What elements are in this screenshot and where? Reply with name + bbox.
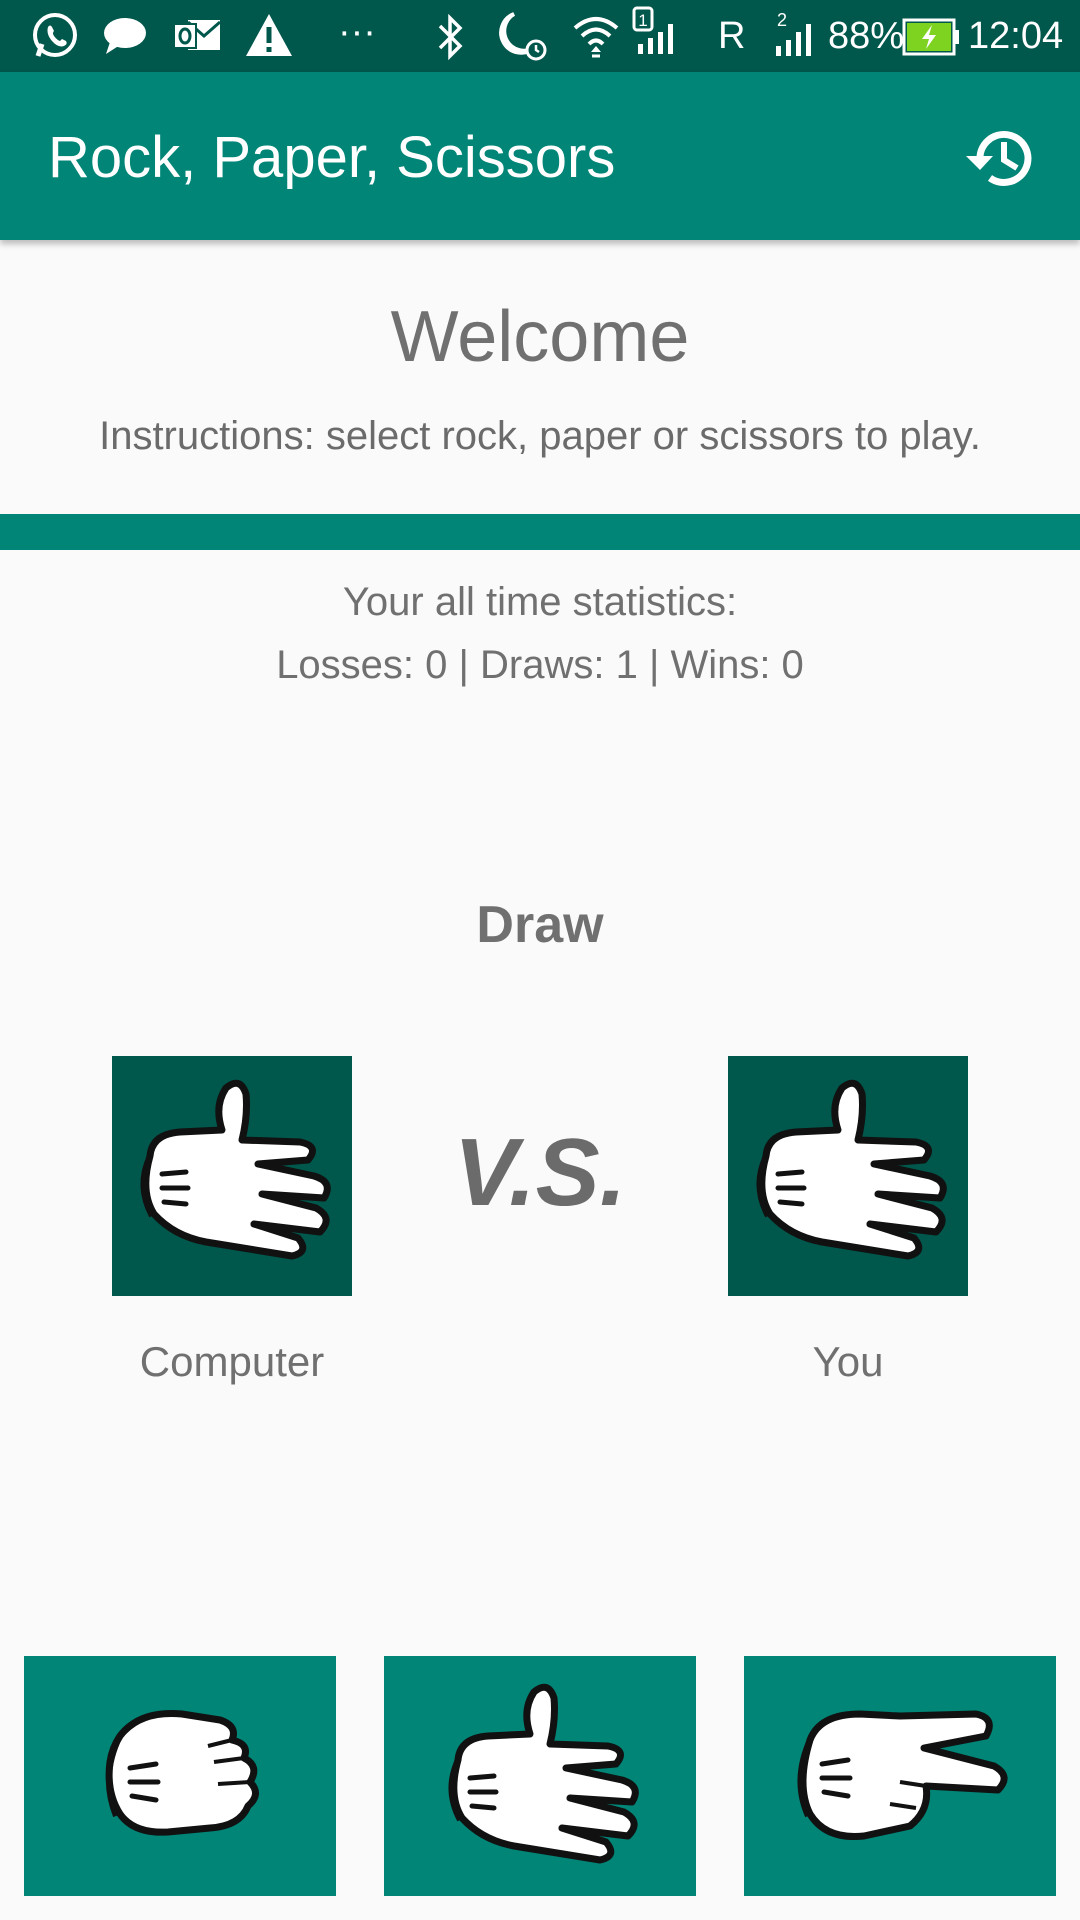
svg-text:1: 1 [638, 11, 647, 30]
welcome-title: Welcome [390, 297, 690, 377]
paper-button[interactable] [384, 1656, 696, 1896]
statistics-heading: Your all time statistics: [342, 580, 738, 624]
divider-bar [0, 514, 1080, 550]
clock: 12:04 [968, 15, 1064, 57]
game-result: Draw [476, 896, 604, 954]
scissors-button[interactable] [744, 1656, 1056, 1896]
sim2-signal-icon: 2 [776, 10, 811, 56]
statistics-values: Losses: 0 | Draws: 1 | Wins: 0 [276, 643, 804, 687]
you-choice-image [728, 1056, 968, 1296]
app-bar: Rock, Paper, Scissors [0, 72, 1080, 240]
battery-charging-icon [902, 18, 959, 56]
instructions-text: Instructions: select rock, paper or scis… [99, 414, 981, 458]
computer-label: Computer [139, 1338, 325, 1385]
bluetooth-icon [438, 14, 463, 60]
warning-icon [246, 14, 292, 56]
sim1-signal-icon: 1 [632, 6, 673, 54]
paper-hand-icon [448, 1683, 639, 1864]
outlook-icon [173, 20, 221, 50]
message-icon [104, 18, 146, 54]
roaming-indicator: R [718, 15, 746, 57]
scissors-hand-icon [797, 1710, 1008, 1841]
app-title: Rock, Paper, Scissors [48, 125, 616, 190]
history-button[interactable] [960, 116, 1044, 200]
battery-percent: 88% [828, 15, 905, 57]
more-notifications-icon: ··· [338, 11, 376, 53]
rock-hand-icon [105, 1709, 259, 1836]
status-bar: ··· 1 R 2 88% 12:04 [0, 0, 1080, 72]
whatsapp-icon [33, 13, 77, 57]
you-label: You [812, 1338, 884, 1385]
svg-text:2: 2 [777, 10, 787, 30]
paper-hand-icon [756, 1079, 947, 1260]
history-icon [966, 131, 1032, 186]
wifi-icon [573, 17, 619, 58]
moon-alarm-icon [499, 12, 547, 61]
rock-button[interactable] [24, 1656, 336, 1896]
